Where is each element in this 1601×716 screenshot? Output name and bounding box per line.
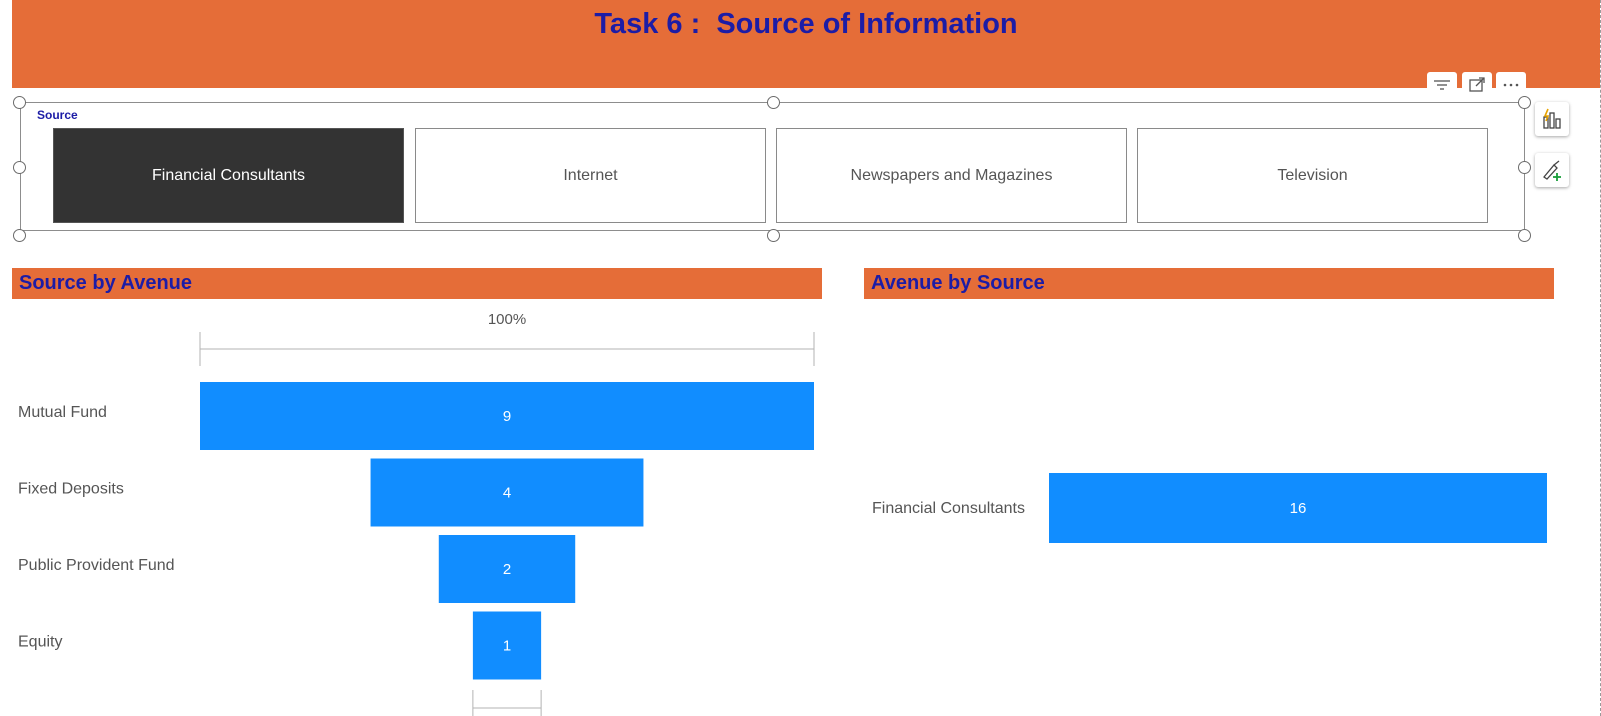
funnel-top-percent: 100% (488, 311, 526, 328)
filter-icon[interactable] (1427, 72, 1457, 98)
bar-chart[interactable]: 16 Financial Consultants (864, 300, 1554, 600)
funnel-bar-value: 9 (503, 408, 511, 425)
resize-handle[interactable] (13, 161, 26, 174)
funnel-category-label: Fixed Deposits (18, 481, 124, 498)
slicer-label: Source (37, 108, 78, 122)
page-title: Task 6 : Source of Information (594, 8, 1018, 40)
resize-handle[interactable] (1518, 229, 1531, 242)
analytics-icon[interactable] (1535, 153, 1569, 187)
funnel-chart[interactable]: 100% 9 Mutual Fund 4 Fixed Deposits 2 Public P… (0, 300, 830, 716)
funnel-category-label: Equity (18, 634, 62, 651)
slicer-tile-internet[interactable]: Internet (415, 128, 766, 223)
funnel-category-label: Mutual Fund (18, 404, 107, 421)
bar-chart-title: Avenue by Source (864, 268, 1554, 299)
format-visual-icon[interactable] (1535, 102, 1569, 136)
resize-handle[interactable] (13, 229, 26, 242)
slicer-tile-newspapers-and-magazines[interactable]: Newspapers and Magazines (776, 128, 1127, 223)
resize-handle[interactable] (767, 229, 780, 242)
resize-handle[interactable] (1518, 161, 1531, 174)
bar-category-label: Financial Consultants (872, 500, 1025, 517)
more-options-icon[interactable] (1496, 72, 1526, 98)
funnel-bar-value: 2 (503, 561, 511, 578)
funnel-bar-value: 1 (503, 638, 511, 655)
focus-mode-icon[interactable] (1462, 72, 1492, 98)
resize-handle[interactable] (767, 96, 780, 109)
title-banner: Task 6 : Source of Information (12, 0, 1600, 88)
funnel-bar-value: 4 (503, 485, 511, 502)
resize-handle[interactable] (1518, 96, 1531, 109)
funnel-chart-title: Source by Avenue (12, 268, 822, 299)
slicer-tile-financial-consultants[interactable]: Financial Consultants (53, 128, 404, 223)
resize-handle[interactable] (13, 96, 26, 109)
slicer-tile-television[interactable]: Television (1137, 128, 1488, 223)
bar-value: 16 (1290, 500, 1307, 517)
funnel-category-label: Public Provident Fund (18, 557, 175, 574)
